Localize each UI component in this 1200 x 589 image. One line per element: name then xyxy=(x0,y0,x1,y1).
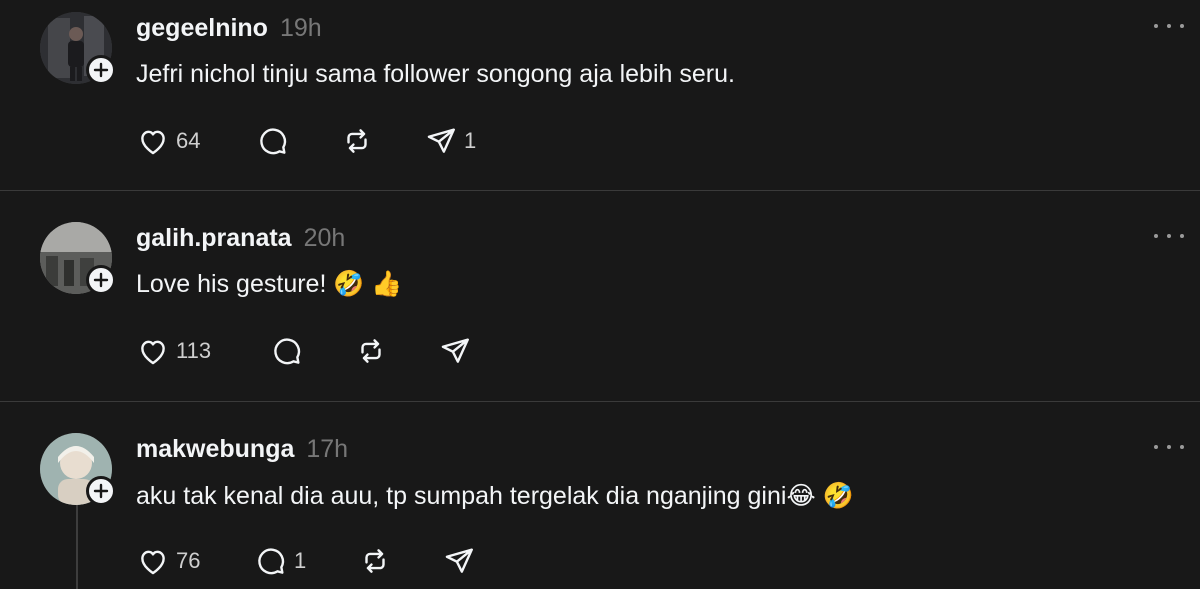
heart-icon xyxy=(141,550,165,575)
share-count: 1 xyxy=(464,128,477,153)
like-count: 76 xyxy=(176,548,201,573)
send-icon xyxy=(427,128,455,153)
like-button[interactable]: 113 xyxy=(136,331,211,371)
reply-button[interactable] xyxy=(256,121,290,161)
heart-icon xyxy=(141,130,165,155)
follow-button[interactable] xyxy=(86,55,116,85)
like-button[interactable]: 76 xyxy=(136,541,200,581)
username[interactable]: galih.pranata 20h xyxy=(136,224,345,253)
follow-button[interactable] xyxy=(86,476,116,506)
more-options-button[interactable] xyxy=(1154,16,1184,36)
more-options-button[interactable] xyxy=(1154,437,1184,457)
post-time[interactable]: 17h xyxy=(306,435,348,463)
post-card: galih.pranata 20h Love his gesture! 🤣 👍 1… xyxy=(0,191,1200,401)
username-text[interactable]: makwebunga xyxy=(136,435,294,463)
reply-button[interactable] xyxy=(270,331,304,371)
post-text: Jefri nichol tinju sama follower songong… xyxy=(136,60,735,88)
more-icon xyxy=(1154,445,1158,449)
plus-icon xyxy=(93,272,109,288)
repost-icon xyxy=(347,129,367,153)
repost-icon xyxy=(365,549,385,573)
send-icon xyxy=(445,548,473,573)
reply-count: 1 xyxy=(294,548,307,573)
post-time[interactable]: 20h xyxy=(304,224,346,252)
plus-icon xyxy=(93,62,109,78)
username-text[interactable]: gegeelnino xyxy=(136,14,268,42)
repost-button[interactable] xyxy=(358,541,392,581)
repost-button[interactable] xyxy=(340,121,374,161)
repost-icon xyxy=(361,339,381,363)
follow-button[interactable] xyxy=(86,265,116,295)
like-count: 64 xyxy=(176,128,201,153)
more-options-button[interactable] xyxy=(1154,226,1184,246)
username[interactable]: gegeelnino 19h xyxy=(136,14,322,43)
more-icon xyxy=(1154,234,1158,238)
share-button[interactable] xyxy=(442,541,476,581)
post-time[interactable]: 19h xyxy=(280,14,322,42)
share-button[interactable] xyxy=(438,331,472,371)
post-text: Love his gesture! 🤣 👍 xyxy=(136,270,403,298)
thread-line xyxy=(76,498,78,589)
comment-icon xyxy=(260,128,287,155)
plus-icon xyxy=(93,483,109,499)
repost-button[interactable] xyxy=(354,331,388,371)
post-text: aku tak kenal dia auu, tp sumpah tergela… xyxy=(136,482,854,510)
send-icon xyxy=(441,338,469,363)
comment-icon xyxy=(274,338,301,365)
username-text[interactable]: galih.pranata xyxy=(136,224,292,252)
share-button[interactable]: 1 xyxy=(424,121,476,161)
post-card: gegeelnino 19h Jefri nichol tinju sama fo… xyxy=(0,0,1200,190)
like-button[interactable]: 64 xyxy=(136,121,200,161)
comment-icon xyxy=(258,548,285,575)
like-count: 113 xyxy=(176,338,212,363)
post-card: makwebunga 17h aku tak kenal dia auu, tp … xyxy=(0,402,1200,589)
heart-icon xyxy=(141,340,165,365)
more-icon xyxy=(1154,24,1158,28)
reply-button[interactable]: 1 xyxy=(254,541,306,581)
username[interactable]: makwebunga 17h xyxy=(136,435,348,464)
